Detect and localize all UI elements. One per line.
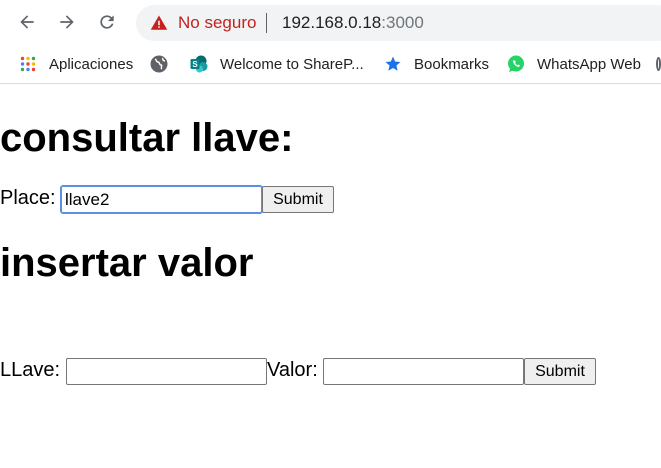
consult-submit-button[interactable]: Submit	[262, 186, 334, 213]
bookmark-globe[interactable]	[150, 53, 180, 75]
star-icon	[384, 55, 402, 73]
browser-toolbar: No seguro 192.168.0.18:3000	[0, 0, 661, 44]
reload-icon	[100, 15, 114, 29]
bookmarks-bar: Aplicaciones S Welcome to ShareP... Book…	[0, 44, 661, 84]
bookmark-label: Welcome to ShareP...	[220, 55, 364, 73]
bookmark-sharepoint[interactable]: S Welcome to ShareP...	[190, 53, 364, 75]
back-button[interactable]	[13, 8, 41, 36]
place-input[interactable]	[60, 185, 263, 214]
bookmark-whatsapp[interactable]: WhatsApp Web	[507, 53, 641, 75]
security-status[interactable]: No seguro	[178, 13, 256, 33]
bookmark-label: WhatsApp Web	[537, 55, 641, 73]
warning-icon	[150, 15, 168, 30]
forward-button[interactable]	[53, 8, 81, 36]
url-host: 192.168.0.18	[282, 13, 382, 32]
apps-grid-icon	[19, 55, 37, 73]
address-divider	[266, 13, 267, 33]
bookmark-label: Bookmarks	[414, 55, 490, 73]
url-text[interactable]: 192.168.0.18:3000	[282, 13, 424, 33]
cut-off-icon	[656, 57, 661, 71]
url-port: :3000	[381, 13, 424, 32]
globe-icon	[150, 55, 168, 73]
bookmark-apps[interactable]: Aplicaciones	[19, 53, 133, 75]
insert-heading: insertar valor	[0, 241, 254, 285]
whatsapp-icon	[507, 55, 525, 73]
key-input[interactable]	[66, 358, 267, 385]
address-bar[interactable]: No seguro 192.168.0.18:3000	[136, 5, 661, 41]
value-label: Valor:	[267, 359, 318, 381]
key-label: LLave:	[0, 359, 61, 381]
insert-submit-button[interactable]: Submit	[524, 358, 596, 385]
page-content: consultar llave: Place: Submit insertar …	[0, 85, 661, 468]
forward-arrow-icon	[60, 15, 74, 29]
place-label: Place:	[0, 187, 56, 209]
bookmark-overflow[interactable]	[656, 53, 661, 75]
bookmark-bookmarks-folder[interactable]: Bookmarks	[384, 53, 489, 75]
reload-button[interactable]	[93, 8, 121, 36]
sharepoint-icon: S	[190, 55, 208, 73]
back-arrow-icon	[20, 15, 34, 29]
bookmark-label: Aplicaciones	[49, 55, 134, 73]
svg-text:S: S	[192, 60, 198, 69]
consult-heading: consultar llave:	[0, 116, 294, 160]
value-input[interactable]	[323, 358, 524, 385]
